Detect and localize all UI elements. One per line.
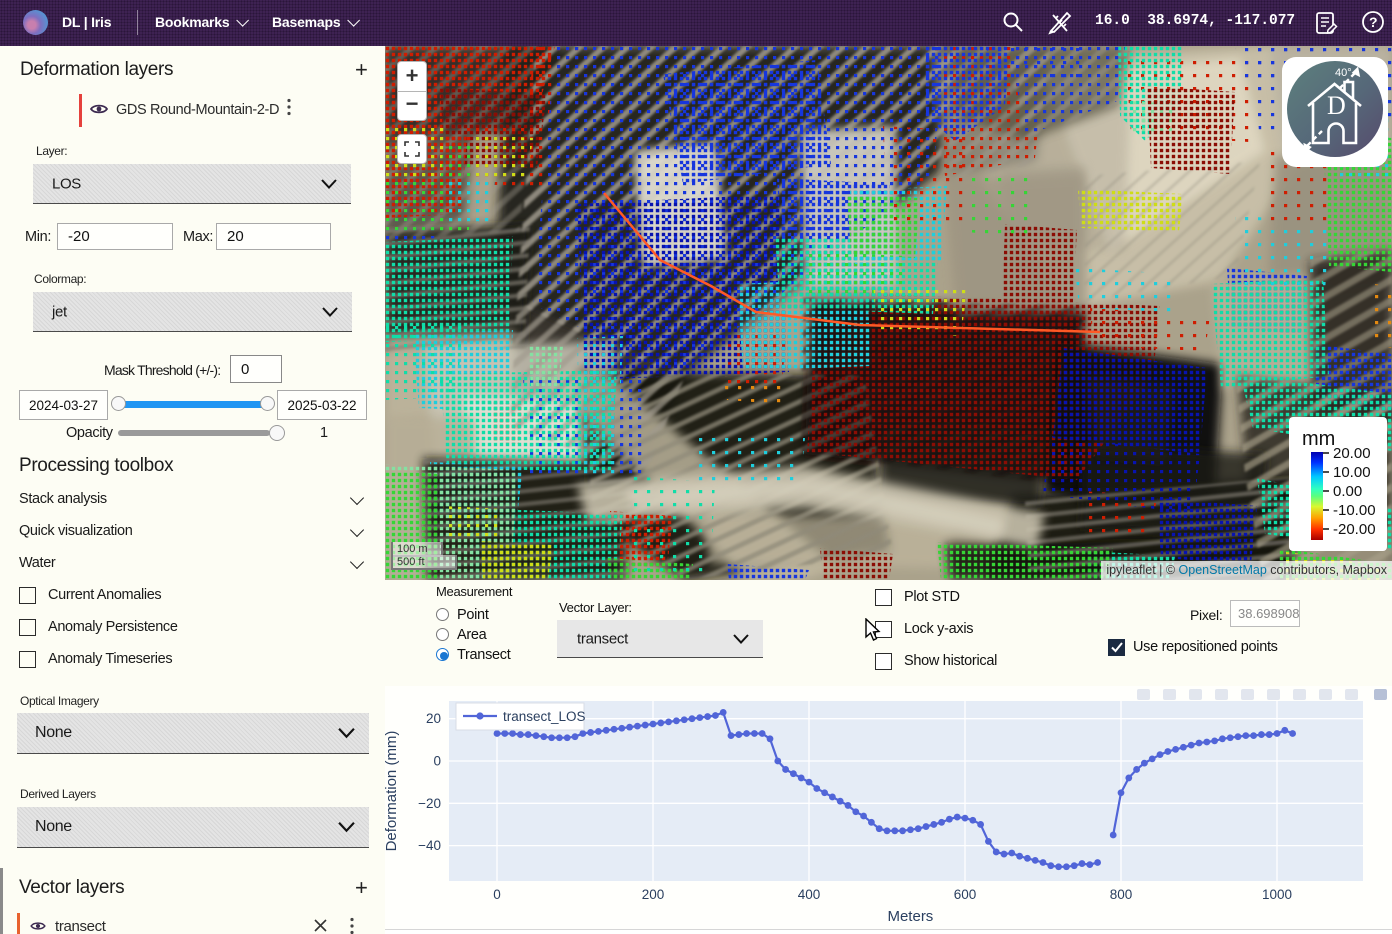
svg-text:0: 0 <box>433 754 441 769</box>
svg-text:−40: −40 <box>418 838 441 853</box>
svg-text:−20: −20 <box>418 796 441 811</box>
svg-text:Deformation (mm): Deformation (mm) <box>385 731 400 852</box>
svg-text:0: 0 <box>493 887 501 902</box>
svg-text:40°: 40° <box>1335 67 1352 79</box>
svg-text:20: 20 <box>426 711 441 726</box>
svg-text:transect_LOS: transect_LOS <box>503 709 586 724</box>
svg-text:600: 600 <box>954 887 977 902</box>
svg-text:?: ? <box>1369 14 1378 30</box>
svg-text:20.00: 20.00 <box>1333 445 1371 462</box>
svg-text:mm: mm <box>1302 428 1335 450</box>
svg-text:D: D <box>1327 91 1346 120</box>
svg-text:400: 400 <box>798 887 821 902</box>
svg-text:800: 800 <box>1110 887 1133 902</box>
svg-text:-10.00: -10.00 <box>1333 502 1376 519</box>
svg-text:-20.00: -20.00 <box>1333 521 1376 538</box>
svg-text:10.00: 10.00 <box>1333 464 1371 481</box>
svg-text:Meters: Meters <box>887 908 933 925</box>
svg-text:200: 200 <box>642 887 665 902</box>
svg-text:0.00: 0.00 <box>1333 483 1362 500</box>
svg-text:1000: 1000 <box>1262 887 1292 902</box>
